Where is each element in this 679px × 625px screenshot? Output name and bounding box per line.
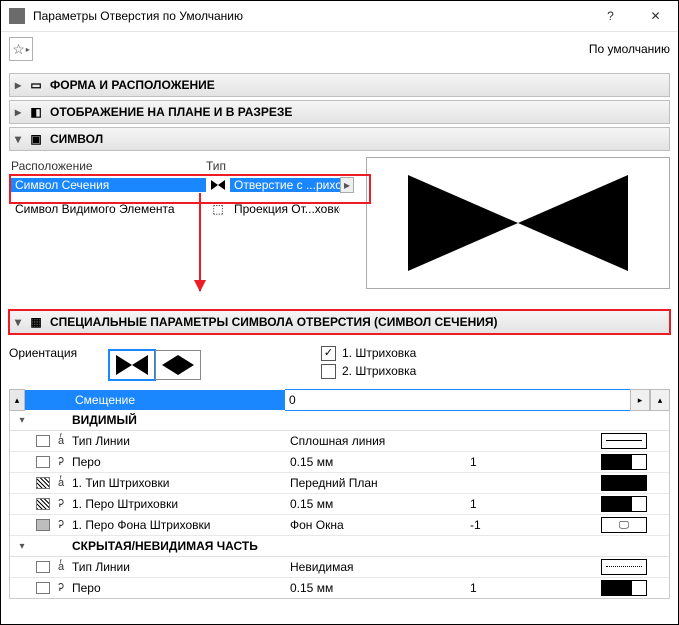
swatch[interactable] xyxy=(601,454,647,470)
swatch[interactable] xyxy=(601,433,647,449)
group-hidden[interactable]: ▾ СКРЫТАЯ/НЕВИДИМАЯ ЧАСТЬ xyxy=(10,536,669,557)
panel-area: ▸ ▭ ФОРМА И РАСПОЛОЖЕНИЕ ▸ ◧ ОТОБРАЖЕНИЕ… xyxy=(1,66,678,624)
offset-value[interactable]: 0 xyxy=(285,389,630,411)
link-icon: aͬ xyxy=(58,477,64,489)
pen-icon: Ꭾ xyxy=(58,456,64,469)
collapse-button[interactable]: ▴ xyxy=(9,389,25,411)
chevron-down-icon: ▾ xyxy=(10,132,26,146)
swatch[interactable] xyxy=(601,475,647,491)
link-icon: aͬ xyxy=(58,435,64,447)
offset-row: ▴ Смещение 0 ▸ ▴ xyxy=(9,390,670,410)
pen-box-icon xyxy=(36,456,50,468)
chevron-down-icon: ▾ xyxy=(10,315,26,329)
offset-label: Смещение xyxy=(25,390,285,410)
toolbar: ☆▸ По умолчанию xyxy=(1,32,678,66)
display-icon: ◧ xyxy=(26,105,46,119)
check-hatch-2[interactable]: 2. Штриховка xyxy=(321,362,416,380)
scroll-up[interactable]: ▴ xyxy=(650,389,670,411)
linetype-icon xyxy=(36,561,50,573)
param-row[interactable]: aͬ Тип Линии Невидимая xyxy=(10,557,669,578)
swatch[interactable] xyxy=(601,559,647,575)
section-shape[interactable]: ▸ ▭ ФОРМА И РАСПОЛОЖЕНИЕ xyxy=(9,73,670,97)
orientation-option-2[interactable] xyxy=(155,350,201,380)
fill-icon xyxy=(36,519,50,531)
param-row[interactable]: Ꭾ Перо 0.15 мм 1 xyxy=(10,452,669,473)
param-row[interactable]: Ꭾ Перо 0.15 мм 1 xyxy=(10,578,669,598)
check-hatch-1[interactable]: ✓ 1. Штриховка xyxy=(321,344,416,362)
chevron-down-icon: ▾ xyxy=(10,415,34,426)
hourglass-icon xyxy=(206,180,230,190)
link-icon: aͬ xyxy=(58,561,64,573)
close-button[interactable]: ✕ xyxy=(633,1,678,31)
titlebar: Параметры Отверстия по Умолчанию ? ✕ xyxy=(1,1,678,32)
swatch[interactable] xyxy=(601,496,647,512)
section-special[interactable]: ▾ ▦ СПЕЦИАЛЬНЫЕ ПАРАМЕТРЫ СИМВОЛА ОТВЕРС… xyxy=(9,310,670,334)
col-location: Расположение xyxy=(11,159,206,173)
orientation-option-1[interactable] xyxy=(109,350,155,380)
params-table: ▾ ВИДИМЫЙ aͬ Тип Линии Сплошная линия Ꭾ … xyxy=(9,410,670,599)
dialog-window: Параметры Отверстия по Умолчанию ? ✕ ☆▸ … xyxy=(0,0,679,625)
orientation-label: Ориентация xyxy=(9,344,109,360)
col-type: Тип xyxy=(206,159,356,173)
group-visible[interactable]: ▾ ВИДИМЫЙ xyxy=(10,410,669,431)
symbol-row-section[interactable]: Символ Сечения Отверстие с ...риховкой 2… xyxy=(11,173,356,197)
checkbox-icon: ✓ xyxy=(321,346,336,361)
chevron-right-icon: ▸ xyxy=(10,78,26,92)
hatch-icon xyxy=(36,477,50,489)
orientation-group: Ориентация ✓ 1. Штриховка 2. Штриховка xyxy=(9,344,670,380)
symbol-preview xyxy=(366,157,670,289)
hatch-checks: ✓ 1. Штриховка 2. Штриховка xyxy=(321,344,416,380)
window-title: Параметры Отверстия по Умолчанию xyxy=(33,9,588,23)
pen-box-icon xyxy=(36,582,50,594)
checkbox-icon xyxy=(321,364,336,379)
pen-icon: Ꭾ xyxy=(58,498,64,511)
app-icon xyxy=(9,8,25,24)
swatch[interactable] xyxy=(601,580,647,596)
pen-icon: Ꭾ xyxy=(58,519,64,532)
param-row[interactable]: aͬ 1. Тип Штриховки Передний План xyxy=(10,473,669,494)
linetype-icon xyxy=(36,435,50,447)
chevron-down-icon: ▾ xyxy=(10,541,34,552)
param-row[interactable]: Ꭾ 1. Перо Штриховки 0.15 мм 1 xyxy=(10,494,669,515)
param-row[interactable]: aͬ Тип Линии Сплошная линия xyxy=(10,431,669,452)
help-button[interactable]: ? xyxy=(588,1,633,31)
default-label: По умолчанию xyxy=(589,42,670,56)
symbol-row-visible[interactable]: Символ Видимого Элемента ⬚ Проекция От..… xyxy=(11,197,356,221)
param-row[interactable]: Ꭾ 1. Перо Фона Штриховки Фон Окна -1 🖵 xyxy=(10,515,669,536)
symbol-body: Расположение Тип Символ Сечения Отверсти… xyxy=(9,157,670,289)
chevron-right-icon: ▸ xyxy=(10,105,26,119)
symbol-grid: Расположение Тип Символ Сечения Отверсти… xyxy=(9,157,358,223)
hatch-icon xyxy=(36,498,50,510)
dropdown-arrow-icon[interactable]: ▸ xyxy=(340,177,354,193)
section-display[interactable]: ▸ ◧ ОТОБРАЖЕНИЕ НА ПЛАНЕ И В РАЗРЕЗЕ xyxy=(9,100,670,124)
pen-icon: Ꭾ xyxy=(58,582,64,595)
symbol-icon: ▣ xyxy=(26,132,46,146)
projection-icon: ⬚ xyxy=(206,202,230,216)
section-symbol[interactable]: ▾ ▣ СИМВОЛ xyxy=(9,127,670,151)
offset-stepper[interactable]: ▸ xyxy=(630,389,650,411)
favorites-button[interactable]: ☆▸ xyxy=(9,37,33,61)
special-icon: ▦ xyxy=(26,315,46,329)
shape-icon: ▭ xyxy=(26,78,46,92)
swatch[interactable]: 🖵 xyxy=(601,517,647,533)
